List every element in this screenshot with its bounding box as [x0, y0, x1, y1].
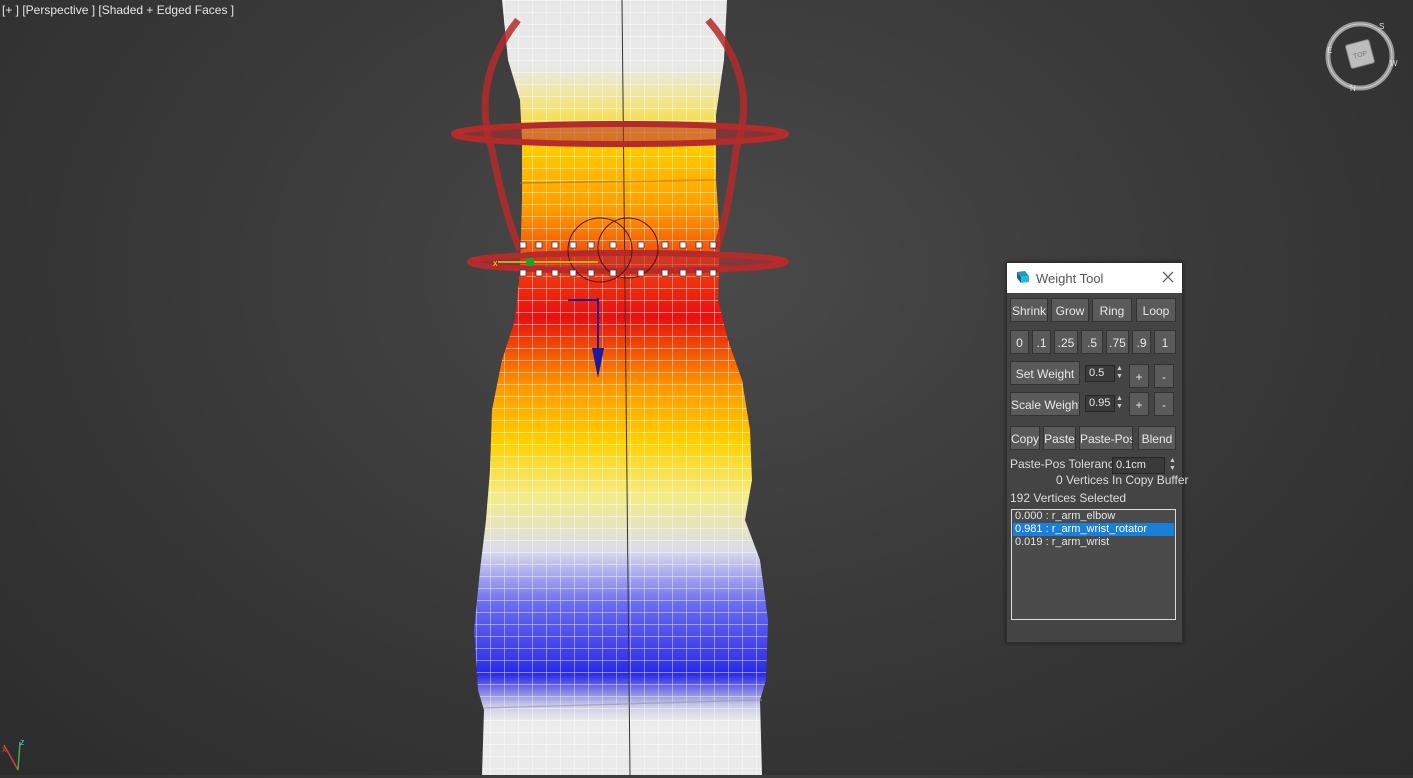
viewcube-e: E: [1327, 46, 1332, 55]
paste-pos-button[interactable]: Paste-Pos: [1079, 426, 1133, 450]
ring-button[interactable]: Ring: [1092, 298, 1132, 322]
perspective-viewport[interactable]: x x z [+ ] [Perspective ] [Shaded + Edge…: [0, 0, 1413, 776]
axis-x-label: x: [2, 744, 7, 754]
set-weight-spinner-icon[interactable]: ▲ ▼: [1115, 365, 1124, 382]
weight-preset-025-button[interactable]: .25: [1054, 330, 1078, 354]
app-logo-icon: [1017, 271, 1029, 283]
loop-button[interactable]: Loop: [1136, 298, 1176, 322]
set-weight-field[interactable]: 0.5: [1085, 365, 1115, 382]
scale-weight-button[interactable]: Scale Weight: [1010, 392, 1080, 416]
arm-mesh[interactable]: [474, 0, 768, 776]
paste-pos-tolerance-label: Paste-Pos Tolerance: [1010, 457, 1121, 471]
grow-button[interactable]: Grow: [1051, 298, 1089, 322]
weight-preset-05-button[interactable]: .5: [1081, 330, 1103, 354]
viewcube[interactable]: TOP S E N W: [1322, 18, 1398, 94]
scale-weight-minus-button[interactable]: -: [1154, 392, 1174, 416]
viewcube-w: W: [1390, 59, 1398, 68]
weight-preset-09-button[interactable]: .9: [1132, 330, 1151, 354]
bone-weight-list[interactable]: 0.000 : r_arm_elbow 0.981 : r_arm_wrist_…: [1011, 509, 1176, 620]
weight-preset-075-button[interactable]: .75: [1106, 330, 1129, 354]
selection-status: 192 Vertices Selected: [1010, 491, 1127, 505]
weight-tool-title: Weight Tool: [1036, 271, 1104, 286]
axis-tripod: x z: [2, 737, 25, 771]
list-item[interactable]: 0.981 : r_arm_wrist_rotator: [1013, 523, 1174, 536]
viewport-scene[interactable]: x x z: [0, 0, 1413, 776]
set-weight-button[interactable]: Set Weight: [1010, 361, 1080, 385]
blend-button[interactable]: Blend: [1138, 426, 1176, 450]
weight-tool-panel[interactable]: Weight Tool Shrink Grow Ring Loop 0 .1 .…: [1006, 262, 1189, 643]
paste-pos-tolerance-field[interactable]: 0.1cm: [1112, 457, 1165, 474]
gizmo-x-label: x: [493, 258, 498, 268]
set-weight-minus-button[interactable]: -: [1154, 364, 1174, 388]
close-icon[interactable]: [1160, 269, 1176, 285]
weight-preset-1-button[interactable]: 1: [1154, 330, 1176, 354]
set-weight-plus-button[interactable]: +: [1129, 364, 1149, 388]
axis-z-label: z: [20, 737, 25, 747]
scale-weight-spinner-icon[interactable]: ▲ ▼: [1115, 395, 1124, 412]
weight-preset-0-button[interactable]: 0: [1010, 330, 1029, 354]
scale-weight-plus-button[interactable]: +: [1129, 392, 1149, 416]
weight-preset-01-button[interactable]: .1: [1032, 330, 1051, 354]
viewcube-s: S: [1379, 22, 1384, 31]
copy-buffer-status: 0 Vertices In Copy Buffer: [1056, 473, 1189, 487]
weight-tool-titlebar[interactable]: Weight Tool: [1007, 263, 1182, 293]
viewport-label[interactable]: [+ ] [Perspective ] [Shaded + Edged Face…: [2, 3, 234, 17]
scale-weight-field[interactable]: 0.95: [1085, 395, 1115, 412]
shrink-button[interactable]: Shrink: [1010, 298, 1048, 322]
copy-button[interactable]: Copy: [1010, 426, 1040, 450]
tolerance-spinner-icon[interactable]: ▲ ▼: [1168, 457, 1177, 474]
list-item[interactable]: 0.000 : r_arm_elbow: [1013, 510, 1174, 523]
viewcube-n: N: [1350, 84, 1356, 93]
paste-button[interactable]: Paste: [1043, 426, 1076, 450]
list-item[interactable]: 0.019 : r_arm_wrist: [1013, 536, 1174, 549]
